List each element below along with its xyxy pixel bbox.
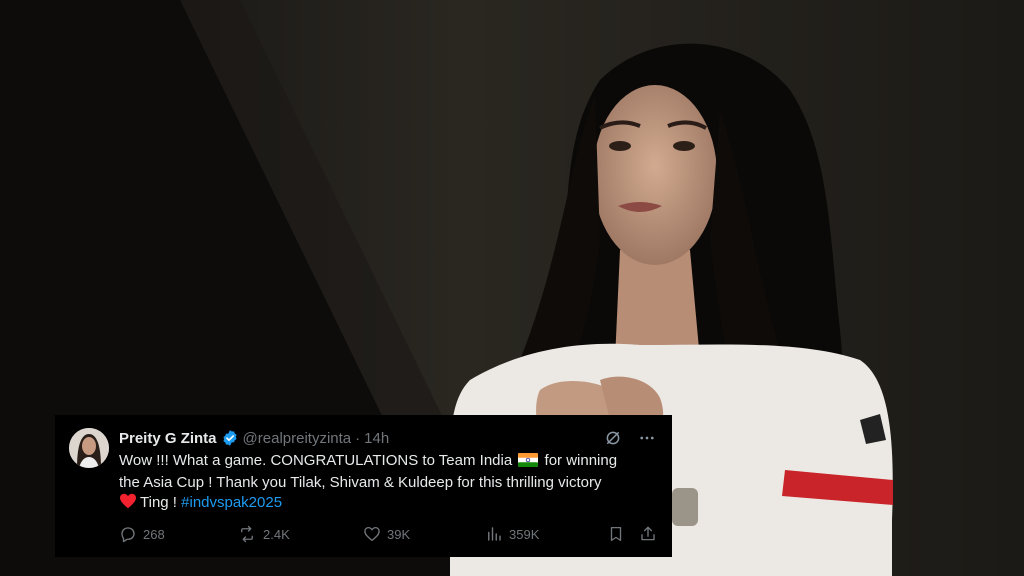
share-icon bbox=[639, 525, 657, 543]
tweet-text-part: for winning bbox=[544, 452, 618, 469]
like-button[interactable]: 39K bbox=[363, 525, 410, 543]
share-button[interactable] bbox=[639, 525, 657, 543]
repost-icon bbox=[237, 525, 257, 543]
views-button[interactable]: 359K bbox=[485, 525, 539, 543]
header-actions bbox=[604, 429, 656, 452]
like-count: 39K bbox=[387, 526, 411, 542]
views-count: 359K bbox=[509, 526, 540, 542]
tweet-text-line-3: Ting ! #indvspak2025 bbox=[119, 493, 659, 515]
repost-count: 2.4K bbox=[263, 526, 290, 542]
india-flag-icon bbox=[518, 453, 539, 473]
repost-button[interactable]: 2.4K bbox=[237, 525, 290, 543]
separator-dot: · bbox=[355, 429, 361, 447]
grok-icon[interactable] bbox=[604, 429, 622, 452]
display-name[interactable]: Preity G Zinta bbox=[119, 430, 217, 447]
more-options-icon[interactable] bbox=[638, 429, 656, 452]
user-handle[interactable]: @realpreityzinta bbox=[243, 430, 352, 447]
tweet-text-part: Wow !!! What a game. CONGRATULATIONS to … bbox=[119, 452, 513, 469]
verified-badge-icon bbox=[221, 429, 239, 447]
heart-emoji-icon bbox=[119, 493, 137, 515]
bookmark-button[interactable] bbox=[607, 525, 625, 543]
avatar[interactable] bbox=[69, 428, 109, 468]
hashtag-link[interactable]: #indvspak2025 bbox=[181, 494, 282, 511]
tweet-text-line-1: Wow !!! What a game. CONGRATULATIONS to … bbox=[119, 451, 659, 473]
tweet-text-part: Ting ! bbox=[140, 494, 177, 511]
tweet-text-line-2: the Asia Cup ! Thank you Tilak, Shivam &… bbox=[119, 474, 602, 491]
tweet-text: Wow !!! What a game. CONGRATULATIONS to … bbox=[119, 451, 659, 515]
timestamp[interactable]: 14h bbox=[364, 430, 389, 447]
reply-button[interactable]: 268 bbox=[119, 525, 165, 543]
views-chart-icon bbox=[485, 525, 503, 543]
reply-icon bbox=[119, 525, 137, 543]
tweet-actions: 268 2.4K 39K 359K bbox=[119, 525, 659, 547]
bookmark-icon bbox=[607, 525, 625, 543]
like-heart-icon bbox=[363, 525, 381, 543]
tweet-header: Preity G Zinta @realpreityzinta · 14h bbox=[119, 427, 389, 449]
reply-count: 268 bbox=[143, 526, 165, 542]
tweet-card[interactable]: Preity G Zinta @realpreityzinta · 14h Wo… bbox=[55, 415, 672, 557]
